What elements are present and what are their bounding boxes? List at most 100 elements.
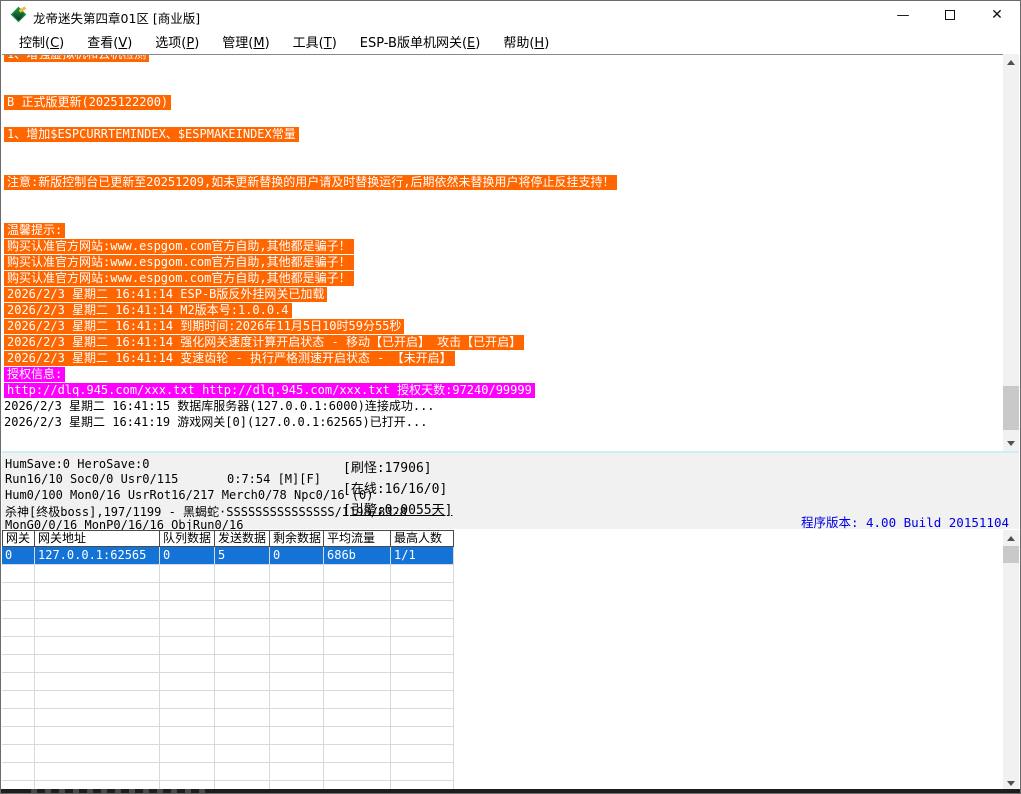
column-header-3[interactable]: 发送数据 (215, 530, 270, 547)
log-line: 注意:新版控制台已更新至20251209,如未更新替换的用户请及时替换运行,后期… (4, 174, 1003, 190)
log-line: 授权信息: (4, 366, 1003, 382)
table-cell (160, 745, 215, 763)
table-cell (270, 601, 324, 619)
table-cell (270, 673, 324, 691)
badge-online: [在线:16/16/0] (343, 478, 447, 497)
log-line (4, 158, 1003, 174)
table-cell (391, 709, 454, 727)
table-cell (215, 745, 270, 763)
table-row-empty[interactable] (2, 655, 1003, 673)
table-cell (2, 583, 35, 601)
column-header-4[interactable]: 剩余数据 (270, 530, 324, 547)
table-cell (35, 565, 160, 583)
column-header-2[interactable]: 队列数据 (160, 530, 215, 547)
log-line (4, 110, 1003, 126)
table-row-empty[interactable] (2, 727, 1003, 745)
column-header-5[interactable]: 平均流量 (324, 530, 391, 547)
close-button[interactable]: ✕ (974, 1, 1020, 29)
scroll-up-icon[interactable] (1003, 530, 1019, 546)
table-cell (2, 673, 35, 691)
log-scrollbar[interactable] (1003, 54, 1019, 451)
table-cell (324, 619, 391, 637)
table-row-empty[interactable] (2, 619, 1003, 637)
table-cell: 0 (270, 547, 324, 565)
table-cell (391, 655, 454, 673)
table-cell (270, 583, 324, 601)
scroll-up-icon[interactable] (1003, 54, 1019, 70)
table-cell (324, 727, 391, 745)
table-cell: 1/1 (391, 547, 454, 565)
log-line (4, 142, 1003, 158)
table-row-empty[interactable] (2, 709, 1003, 727)
menu-item-5[interactable]: ESP-B版单机网关(E) (351, 29, 490, 54)
menu-item-4[interactable]: 工具(T) (284, 29, 346, 54)
log-scrollbar-thumb[interactable] (1003, 386, 1019, 430)
table-cell (160, 637, 215, 655)
log-line: 购买认准官方网站:www.espgom.com官方自助,其他都是骗子！ (4, 254, 1003, 270)
log-line: 2026/2/3 星期二 16:41:15 数据库服务器(127.0.0.1:6… (4, 398, 1003, 414)
menu-item-6[interactable]: 帮助(H) (494, 29, 558, 54)
taskbar-sliver-dashes (31, 789, 211, 793)
table-cell (215, 637, 270, 655)
table-cell (215, 601, 270, 619)
table-cell (391, 583, 454, 601)
column-header-1[interactable]: 网关地址 (35, 530, 160, 547)
table-cell: 686b (324, 547, 391, 565)
table-cell (215, 565, 270, 583)
log-line: B 正式版更新(2025122200) (4, 94, 1003, 110)
table-cell (391, 673, 454, 691)
table-scrollbar-thumb[interactable] (1003, 546, 1019, 563)
table-cell (324, 691, 391, 709)
gateway-table: 网关网关地址队列数据发送数据剩余数据平均流量最高人数 0127.0.0.1:62… (2, 530, 1003, 789)
table-row-empty[interactable] (2, 781, 1003, 789)
menu-item-3[interactable]: 管理(M) (213, 29, 278, 54)
table-row-empty[interactable] (2, 565, 1003, 583)
table-row-empty[interactable] (2, 637, 1003, 655)
status-panel: HumSave:0 HeroSave:0Run16/10 Soc0/0 Usr0… (2, 451, 1019, 529)
table-cell (215, 763, 270, 781)
table-cell (215, 727, 270, 745)
gateway-row-selected[interactable]: 0127.0.0.1:62565050686b1/1 (2, 547, 1003, 565)
table-cell (324, 709, 391, 727)
table-cell (160, 781, 215, 789)
column-header-0[interactable]: 网关 (2, 530, 35, 547)
table-cell (160, 727, 215, 745)
table-cell (2, 727, 35, 745)
table-cell (391, 637, 454, 655)
log-line (4, 78, 1003, 94)
menu-item-1[interactable]: 查看(V) (78, 29, 141, 54)
menu-item-0[interactable]: 控制(C) (10, 29, 73, 54)
table-cell (160, 709, 215, 727)
log-line: 2026/2/3 星期二 16:41:19 游戏网关[0](127.0.0.1:… (4, 414, 1003, 430)
app-icon (11, 7, 27, 23)
table-cell (391, 781, 454, 789)
log-line (4, 206, 1003, 222)
scroll-down-icon[interactable] (1003, 435, 1019, 451)
table-row-empty[interactable] (2, 601, 1003, 619)
table-row-empty[interactable] (2, 673, 1003, 691)
column-header-6[interactable]: 最高人数 (391, 530, 454, 547)
table-cell (35, 655, 160, 673)
table-cell (324, 745, 391, 763)
log-line: 购买认准官方网站:www.espgom.com官方自助,其他都是骗子！ (4, 270, 1003, 286)
table-cell (270, 727, 324, 745)
table-row-empty[interactable] (2, 583, 1003, 601)
table-cell (391, 565, 454, 583)
table-row-empty[interactable] (2, 691, 1003, 709)
table-cell: 0 (2, 547, 35, 565)
menu-item-2[interactable]: 选项(P) (146, 29, 208, 54)
table-cell (324, 583, 391, 601)
maximize-button[interactable] (927, 1, 973, 29)
table-cell (35, 637, 160, 655)
minimize-button[interactable]: — (880, 1, 926, 29)
table-cell (391, 745, 454, 763)
uptime-text: 0:7:54 [M][F] (227, 472, 321, 486)
log-line: 1、增加$ESPCURRTEMINDEX、$ESPMAKEINDEX常量 (4, 126, 1003, 142)
table-row-empty[interactable] (2, 763, 1003, 781)
taskbar-sliver (1, 789, 1020, 793)
table-cell (270, 709, 324, 727)
table-scrollbar[interactable] (1003, 530, 1019, 791)
log-line: http://dlq.945.com/xxx.txt http://dlq.94… (4, 382, 1003, 398)
table-cell (324, 655, 391, 673)
table-row-empty[interactable] (2, 745, 1003, 763)
